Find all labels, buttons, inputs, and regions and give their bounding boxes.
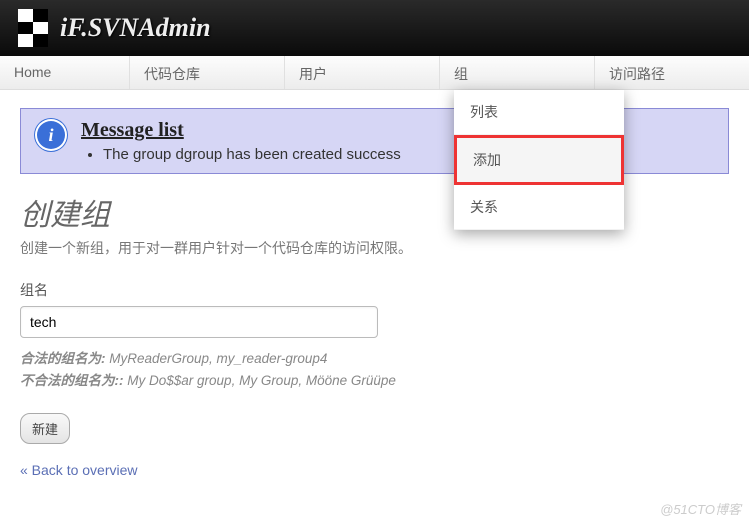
nav-paths[interactable]: 访问路径 <box>595 56 749 89</box>
invalid-hint: 不合法的组名为:: My Do$$ar group, My Group, Möö… <box>20 370 729 392</box>
nav-groups[interactable]: 组 <box>440 56 595 89</box>
nav-repos[interactable]: 代码仓库 <box>130 56 285 89</box>
valid-hint-label: 合法的组名为: <box>20 351 106 366</box>
app-title: iF.SVNAdmin <box>60 13 211 43</box>
app-header: iF.SVNAdmin <box>0 0 749 56</box>
dropdown-item-list[interactable]: 列表 <box>454 90 624 135</box>
dropdown-item-relations[interactable]: 关系 <box>454 185 624 230</box>
nav-home[interactable]: Home <box>0 56 130 89</box>
create-button[interactable]: 新建 <box>20 413 70 444</box>
app-logo-icon <box>18 9 48 47</box>
invalid-hint-examples: My Do$$ar group, My Group, Mööne Grüüpe <box>127 373 396 388</box>
page-description: 创建一个新组，用于对一群用户针对一个代码仓库的访问权限。 <box>20 238 729 258</box>
invalid-hint-label: 不合法的组名为:: <box>20 373 124 388</box>
page-content: 创建组 创建一个新组，用于对一群用户针对一个代码仓库的访问权限。 组名 合法的组… <box>0 184 749 492</box>
groups-dropdown: 列表 添加 关系 <box>454 90 624 230</box>
valid-hint-examples: MyReaderGroup, my_reader-group4 <box>109 351 327 366</box>
valid-hint: 合法的组名为: MyReaderGroup, my_reader-group4 <box>20 348 729 370</box>
watermark: @51CTO博客 <box>660 499 741 518</box>
groupname-label: 组名 <box>20 280 729 300</box>
info-icon: i <box>35 119 67 151</box>
main-nav: Home 代码仓库 用户 组 访问路径 列表 添加 关系 <box>0 56 749 90</box>
nav-users[interactable]: 用户 <box>285 56 440 89</box>
dropdown-item-add[interactable]: 添加 <box>454 135 624 185</box>
back-link[interactable]: « Back to overview <box>20 462 138 478</box>
groupname-input[interactable] <box>20 306 378 338</box>
